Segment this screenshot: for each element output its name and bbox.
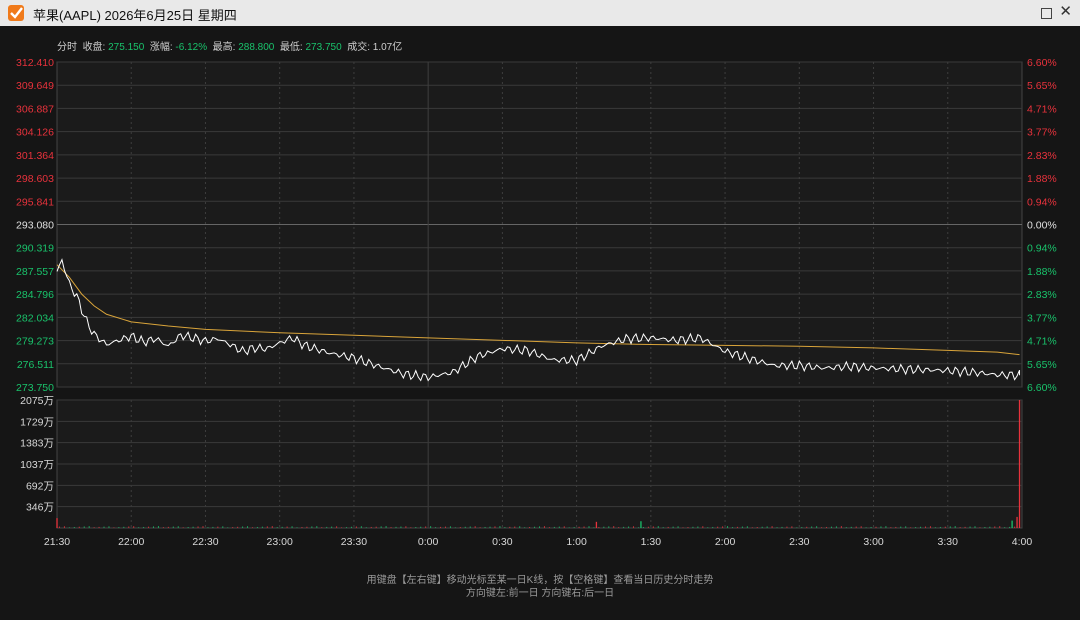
time-tick-label: 2:30 <box>789 536 810 548</box>
pct-tick-label: 2.83% <box>1027 150 1057 162</box>
time-tick-label: 1:30 <box>641 536 662 548</box>
price-tick-label: 306.887 <box>16 103 54 115</box>
pct-tick-label: 3.77% <box>1027 127 1057 139</box>
pct-tick-label: 0.94% <box>1027 196 1057 208</box>
time-tick-label: 23:30 <box>341 536 367 548</box>
pct-tick-label: 4.71% <box>1027 103 1057 115</box>
time-tick-label: 3:00 <box>863 536 884 548</box>
pct-tick-label: 6.60% <box>1027 57 1057 69</box>
price-tick-label: 282.034 <box>16 312 54 324</box>
pct-tick-label: 4.71% <box>1027 336 1057 348</box>
volume-tick-label: 1729万 <box>20 416 54 428</box>
price-tick-label: 287.557 <box>16 266 54 278</box>
price-tick-label: 309.649 <box>16 80 54 92</box>
price-tick-label: 295.841 <box>16 196 54 208</box>
time-tick-label: 1:00 <box>566 536 587 548</box>
pct-tick-label: 2.83% <box>1027 289 1057 301</box>
pct-tick-label: 6.60% <box>1027 382 1057 394</box>
price-tick-label: 293.080 <box>16 220 54 232</box>
footer-hint-2: 方向键左:前一日 方向键右:后一日 <box>465 588 615 599</box>
volume-tick-label: 1037万 <box>20 459 54 471</box>
price-tick-label: 301.364 <box>16 150 54 162</box>
intraday-chart[interactable]: 312.410 6.60% 309.649 5.65% 306.887 4.71% 304.… <box>0 0 1080 620</box>
time-tick-label: 21:30 <box>44 536 70 548</box>
time-tick-label: 0:30 <box>492 536 513 548</box>
pct-tick-label: 3.77% <box>1027 312 1057 324</box>
time-tick-label: 3:30 <box>938 536 959 548</box>
price-tick-label: 290.319 <box>16 243 54 255</box>
time-tick-label: 22:30 <box>192 536 218 548</box>
volume-tick-label: 346万 <box>26 502 54 514</box>
pct-tick-label: 1.88% <box>1027 173 1057 185</box>
time-tick-label: 22:00 <box>118 536 144 548</box>
pct-tick-label: 0.94% <box>1027 243 1057 255</box>
price-tick-label: 304.126 <box>16 127 54 139</box>
price-tick-label: 279.273 <box>16 336 54 348</box>
time-tick-label: 4:00 <box>1012 536 1033 548</box>
price-tick-label: 284.796 <box>16 289 54 301</box>
pct-tick-label: 5.65% <box>1027 359 1057 371</box>
price-tick-label: 273.750 <box>16 382 54 394</box>
time-tick-label: 23:00 <box>267 536 293 548</box>
time-tick-label: 0:00 <box>418 536 439 548</box>
price-tick-label: 276.511 <box>17 359 54 371</box>
pct-tick-label: 5.65% <box>1027 80 1057 92</box>
volume-tick-label: 2075万 <box>20 395 54 407</box>
time-tick-label: 2:00 <box>715 536 736 548</box>
volume-tick-label: 692万 <box>26 480 54 492</box>
price-tick-label: 298.603 <box>16 173 54 185</box>
price-tick-label: 312.410 <box>16 57 54 69</box>
pct-tick-label: 0.00% <box>1027 220 1057 232</box>
volume-tick-label: 1383万 <box>20 438 54 450</box>
pct-tick-label: 1.88% <box>1027 266 1057 278</box>
